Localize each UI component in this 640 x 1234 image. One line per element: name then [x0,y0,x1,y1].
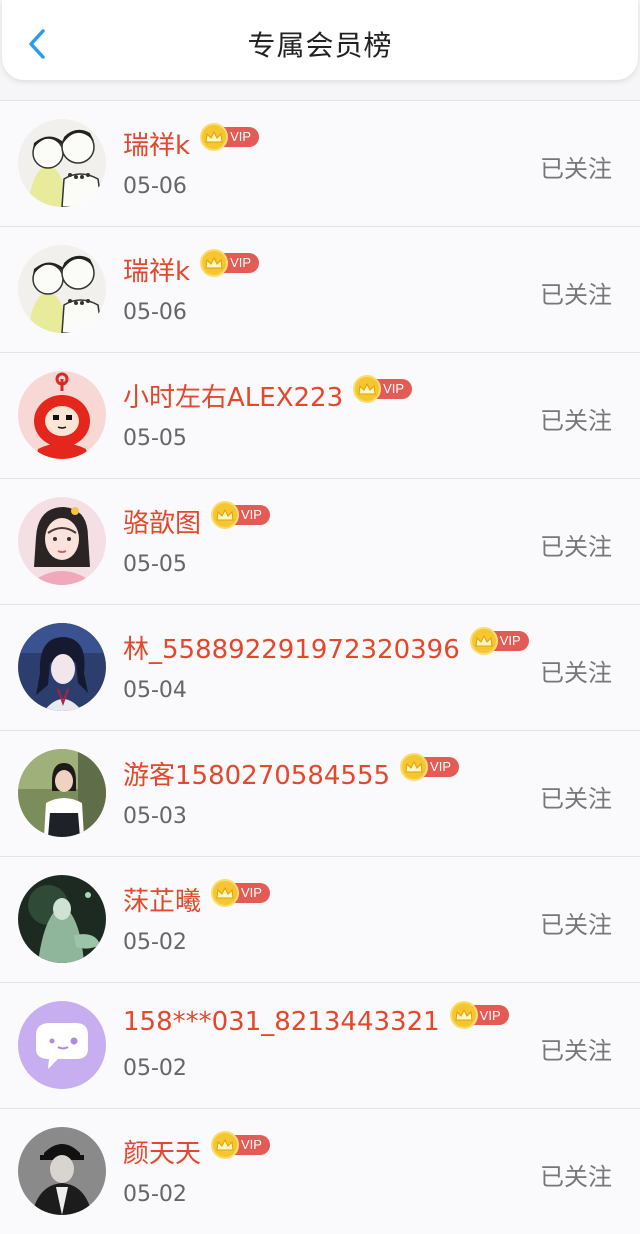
dark-art-avatar[interactable] [18,875,106,963]
followed-button[interactable]: 已关注 [540,779,612,814]
join-date: 05-06 [123,300,187,325]
join-date: 05-02 [123,1182,187,1207]
crown-icon [200,122,229,151]
crown-icon [449,1001,478,1029]
vip-badge: VIP [353,374,413,403]
vip-badge: VIP [449,1001,509,1029]
followed-button[interactable]: 已关注 [540,653,612,688]
list-item[interactable]: 莯芷曦 VIP 05-02 已关注 [0,856,640,982]
list-item[interactable]: 颜天天 VIP 05-02 已关注 [0,1108,640,1234]
member-name[interactable]: 小时左右ALEX223 [123,377,343,414]
member-list: 瑞祥k VIP 05-06 已关注 瑞祥k VIP 05-06 已关注 小时左右… [0,100,640,1234]
list-item[interactable]: 158***031_8213443321 VIP 05-02 已关注 [0,982,640,1108]
member-name[interactable]: 骆歆图 [123,503,201,540]
join-date: 05-05 [123,426,187,451]
list-item[interactable]: 游客1580270584555 VIP 05-03 已关注 [0,730,640,856]
join-date: 05-02 [123,1056,187,1081]
woman-photo-avatar[interactable] [18,749,106,837]
crown-icon [400,752,429,781]
join-date: 05-02 [123,930,187,955]
join-date: 05-03 [123,804,187,829]
followed-button[interactable]: 已关注 [540,401,612,436]
header-card: 专属会员榜 [2,0,638,80]
red-doll-avatar[interactable] [18,371,106,459]
anime-man-avatar[interactable] [18,623,106,711]
crown-icon [211,1130,240,1159]
followed-button[interactable]: 已关注 [540,149,612,184]
list-item[interactable]: 瑞祥k VIP 05-06 已关注 [0,226,640,352]
member-name[interactable]: 瑞祥k [123,125,190,162]
vip-badge: VIP [400,752,460,781]
followed-button[interactable]: 已关注 [540,1157,612,1192]
vip-badge: VIP [200,248,260,277]
followed-button[interactable]: 已关注 [540,527,612,562]
member-name[interactable]: 莯芷曦 [123,881,201,918]
list-item[interactable]: 林_558892291972320396 VIP 05-04 已关注 [0,604,640,730]
vip-badge: VIP [469,626,529,655]
vip-badge: VIP [211,500,270,529]
member-name[interactable]: 瑞祥k [123,251,190,288]
anime-boys-avatar[interactable] [18,245,106,333]
anime-boys-avatar[interactable] [18,119,106,207]
vip-badge: VIP [211,1130,270,1159]
crown-icon [200,248,229,277]
followed-button[interactable]: 已关注 [540,1031,612,1066]
vip-badge: VIP [200,122,260,151]
list-item[interactable]: 瑞祥k VIP 05-06 已关注 [0,100,640,226]
join-date: 05-05 [123,552,187,577]
list-item[interactable]: 小时左右ALEX223 VIP 05-05 已关注 [0,352,640,478]
list-item[interactable]: 骆歆图 VIP 05-05 已关注 [0,478,640,604]
crown-icon [211,500,240,529]
member-name[interactable]: 158***031_8213443321 [123,1007,440,1037]
followed-button[interactable]: 已关注 [540,905,612,940]
crown-icon [211,878,240,907]
member-name[interactable]: 林_558892291972320396 [123,629,460,666]
member-name[interactable]: 颜天天 [123,1133,201,1170]
vip-badge: VIP [211,878,270,907]
join-date: 05-06 [123,174,187,199]
girl-selfie-avatar[interactable] [18,497,106,585]
header-bar: 专属会员榜 [0,0,640,100]
followed-button[interactable]: 已关注 [540,275,612,310]
chat-bubble-avatar[interactable] [18,1001,106,1089]
crown-icon [353,374,382,403]
member-name[interactable]: 游客1580270584555 [123,755,390,792]
sketch-man-avatar[interactable] [18,1127,106,1215]
join-date: 05-04 [123,678,187,703]
page-title: 专属会员榜 [247,29,393,62]
crown-icon [469,626,498,655]
